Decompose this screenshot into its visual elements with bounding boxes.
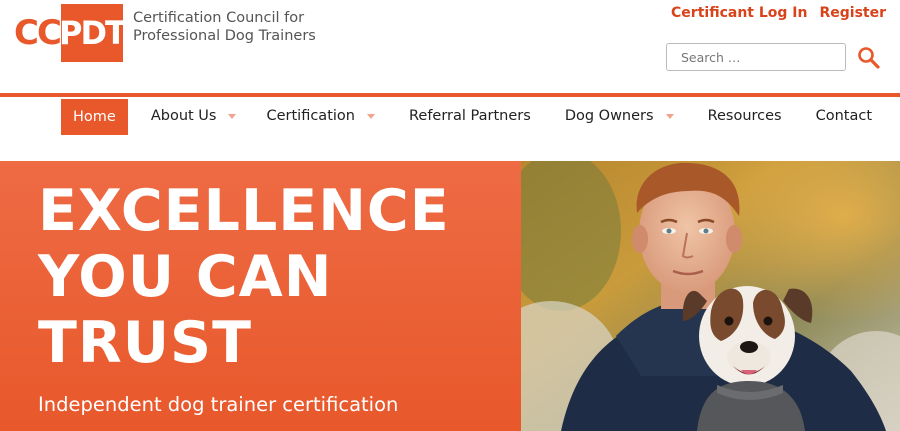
site-header: CC PDT Certification Council for Profess… — [0, 0, 900, 93]
logo-letters-pdt: PDT — [59, 4, 127, 62]
hero-text-panel: EXCELLENCE YOU CAN TRUST Independent dog… — [0, 161, 521, 431]
nav-item-dog-owners[interactable]: Dog Owners — [553, 98, 686, 134]
nav-menu: Home About Us Certification Referral Par… — [61, 97, 884, 135]
nav-label: Home — [73, 109, 116, 125]
hero-subtitle: Independent dog trainer certification — [38, 393, 399, 416]
nav-item-certification[interactable]: Certification — [254, 98, 387, 134]
dropdown-caret-icon — [366, 113, 375, 119]
nav-item-referral-partners[interactable]: Referral Partners — [397, 98, 543, 134]
dropdown-caret-icon — [665, 113, 674, 119]
nav-label: About Us — [150, 108, 217, 124]
tagline-line-1: Certification Council for — [133, 10, 305, 26]
nav-item-resources[interactable]: Resources — [696, 98, 794, 134]
nav-label: Certification — [266, 108, 355, 124]
account-links: Certificant Log In Register — [671, 5, 886, 21]
nav-label: Referral Partners — [408, 108, 531, 124]
nav-item-about-us[interactable]: About Us — [139, 98, 249, 134]
nav-label: Dog Owners — [564, 108, 654, 124]
hero-headline: EXCELLENCE YOU CAN TRUST — [38, 178, 450, 376]
hero-headline-line-1: EXCELLENCE — [38, 178, 450, 244]
register-link[interactable]: Register — [819, 5, 886, 21]
hero-banner: EXCELLENCE YOU CAN TRUST Independent dog… — [0, 161, 900, 431]
organization-name: Certification Council for Professional D… — [133, 9, 316, 45]
nav-label: Contact — [815, 108, 873, 124]
logo-letters-cc: CC — [14, 13, 62, 53]
ccpdt-logo[interactable]: CC PDT — [14, 4, 127, 62]
search-button[interactable] — [857, 46, 881, 70]
nav-item-home[interactable]: Home — [61, 99, 128, 135]
main-navigation: Home About Us Certification Referral Par… — [0, 93, 900, 135]
tagline-line-2: Professional Dog Trainers — [133, 28, 316, 44]
search-input[interactable] — [666, 43, 846, 71]
hero-photo-man-with-dog — [521, 161, 900, 431]
hero-headline-line-2: YOU CAN — [38, 244, 333, 310]
nav-item-contact[interactable]: Contact — [804, 98, 884, 134]
certificant-login-link[interactable]: Certificant Log In — [671, 5, 807, 21]
nav-label: Resources — [707, 108, 782, 124]
dropdown-caret-icon — [228, 113, 237, 119]
man-with-dog-image — [521, 161, 900, 431]
search-icon — [858, 47, 880, 69]
hero-headline-line-3: TRUST — [38, 310, 252, 376]
